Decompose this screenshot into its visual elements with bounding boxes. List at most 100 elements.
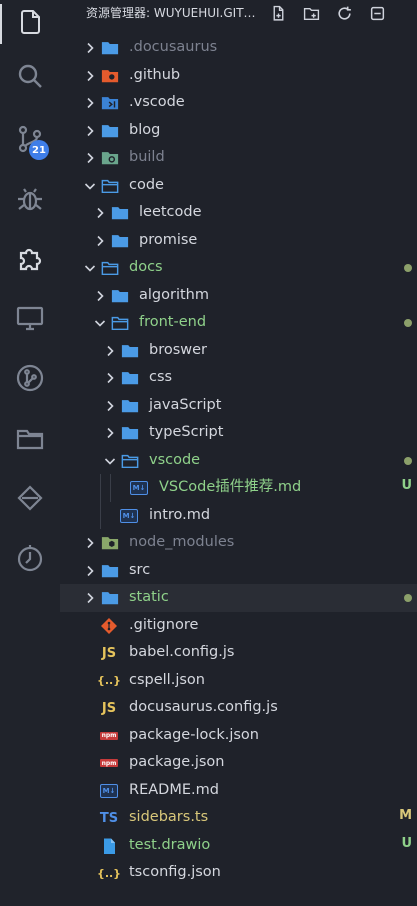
item-label: css [149,369,173,385]
chevron-down-icon[interactable] [83,261,97,275]
folder-item-javascript[interactable]: javaScript [60,392,417,420]
file-item-docusaurus-config-js[interactable]: JS docusaurus.config.js [60,694,417,722]
folder-item-promise[interactable]: promise [60,227,417,255]
folder-item-node-modules[interactable]: node_modules [60,529,417,557]
chevron-right-icon[interactable] [83,69,97,83]
github-folder-icon [101,67,119,85]
folder-icon [14,422,46,458]
folder-item-broswer[interactable]: broswer [60,337,417,365]
chevron-right-icon[interactable] [103,371,117,385]
folder-item-front-end[interactable]: front-end [60,309,417,337]
node-folder-icon [101,534,119,552]
folder-icon [101,39,119,57]
chevron-down-icon[interactable] [103,454,117,468]
remote-explorer-activity-button[interactable] [0,296,60,344]
explorer-title: 资源管理器: WUYUEHUI.GITHUB.IO [86,6,258,20]
drawio-icon [100,837,118,855]
chevron-down-icon[interactable] [83,179,97,193]
new-folder-button[interactable] [301,3,321,23]
chevron-right-icon[interactable] [103,399,117,413]
markdown-icon: M↓ [130,479,148,497]
file-item-readme-md[interactable]: M↓ README.md [60,777,417,805]
folder-item-build[interactable]: build [60,144,417,172]
folder-icon [121,424,139,442]
chevron-right-icon[interactable] [83,124,97,138]
item-label: .github [129,66,181,83]
explorer-sidebar: 资源管理器: WUYUEHUI.GITHUB.IO .docusaurus .gi… [60,0,417,906]
folder-item-algorithm[interactable]: algorithm [60,282,417,310]
chevron-right-icon[interactable] [93,289,107,303]
modified-dot [404,319,412,327]
folder-item-code[interactable]: code [60,172,417,200]
file-item-intro-md[interactable]: M↓ intro.md [60,502,417,530]
chevron-right-icon[interactable] [83,151,97,165]
chevron-right-icon[interactable] [93,206,107,220]
refresh-button[interactable] [334,3,354,23]
folder-open-icon [101,177,119,195]
item-label: broswer [149,341,208,358]
explorer-activity-button[interactable] [0,0,60,48]
timeline-icon [14,542,46,578]
chevron-right-icon[interactable] [83,564,97,578]
chevron-right-icon[interactable] [83,591,97,605]
folder-open-icon [101,259,119,277]
folder-activity-button[interactable] [0,416,60,464]
item-label: static [129,589,169,605]
file-item-package-lock-json[interactable]: npm package-lock.json [60,722,417,750]
file-item-gitignore[interactable]: .gitignore [60,612,417,640]
chevron-right-icon[interactable] [103,426,117,440]
file-item-cspell-json[interactable]: {..} cspell.json [60,667,417,695]
file-item-tsconfig-json[interactable]: {..} tsconfig.json [60,859,417,887]
extensions-activity-button[interactable] [0,236,60,284]
folder-item-blog[interactable]: blog [60,117,417,145]
extensions-icon [14,242,46,278]
chevron-right-icon[interactable] [103,344,117,358]
git-icon [100,617,118,635]
item-label: promise [139,231,198,248]
file-item-babel-config-js[interactable]: JS babel.config.js [60,639,417,667]
file-item-package-json[interactable]: npm package.json [60,749,417,777]
debug-activity-button[interactable] [0,177,60,225]
folder-item-typescript[interactable]: typeScript [60,419,417,447]
item-label: intro.md [149,506,211,523]
folder-item-docusaurus[interactable]: .docusaurus [60,34,417,62]
chevron-right-icon[interactable] [83,96,97,110]
folder-item-vscode[interactable]: .vscode [60,89,417,117]
folder-open-icon [121,452,139,470]
item-label: blog [129,121,161,138]
git-graph-activity-button[interactable] [0,356,60,404]
folder-item-css[interactable]: css [60,364,417,392]
folder-item-docs[interactable]: docs [60,254,417,282]
json-icon: {..} [96,866,122,880]
file-item-sidebars-ts[interactable]: TS sidebars.ts M [60,804,417,832]
chevron-down-icon[interactable] [93,316,107,330]
folder-icon [101,122,119,140]
folder-icon [121,369,139,387]
folder-item-github[interactable]: .github [60,62,417,90]
item-label: .vscode [129,94,185,110]
folder-item-static[interactable]: static [60,584,417,612]
chevron-right-icon[interactable] [83,41,97,55]
git-status-badge: U [401,835,412,851]
item-label: package-lock.json [129,726,259,743]
item-label: tsconfig.json [129,864,221,880]
item-label: babel.config.js [129,644,235,660]
chevron-right-icon[interactable] [83,536,97,550]
source-control-activity-button[interactable] [0,117,60,165]
collapse-all-button[interactable] [367,3,387,23]
deploy-activity-button[interactable] [0,476,60,524]
new-file-icon [270,5,287,22]
search-activity-button[interactable] [0,55,60,103]
build-folder-icon [101,149,119,167]
folder-item-leetcode[interactable]: leetcode [60,199,417,227]
folder-item-vscode[interactable]: vscode [60,447,417,475]
chevron-right-icon[interactable] [93,234,107,248]
remote-explorer-icon [14,302,46,338]
new-file-button[interactable] [268,3,288,23]
file-item-test-drawio[interactable]: test.drawio U [60,832,417,860]
file-item-vscode插件推荐-md[interactable]: M↓ VSCode插件推荐.md U [60,474,417,502]
typescript-icon: TS [99,810,119,826]
timeline-activity-button[interactable] [0,536,60,584]
folder-item-src[interactable]: src [60,557,417,585]
item-label: .gitignore [129,616,199,633]
